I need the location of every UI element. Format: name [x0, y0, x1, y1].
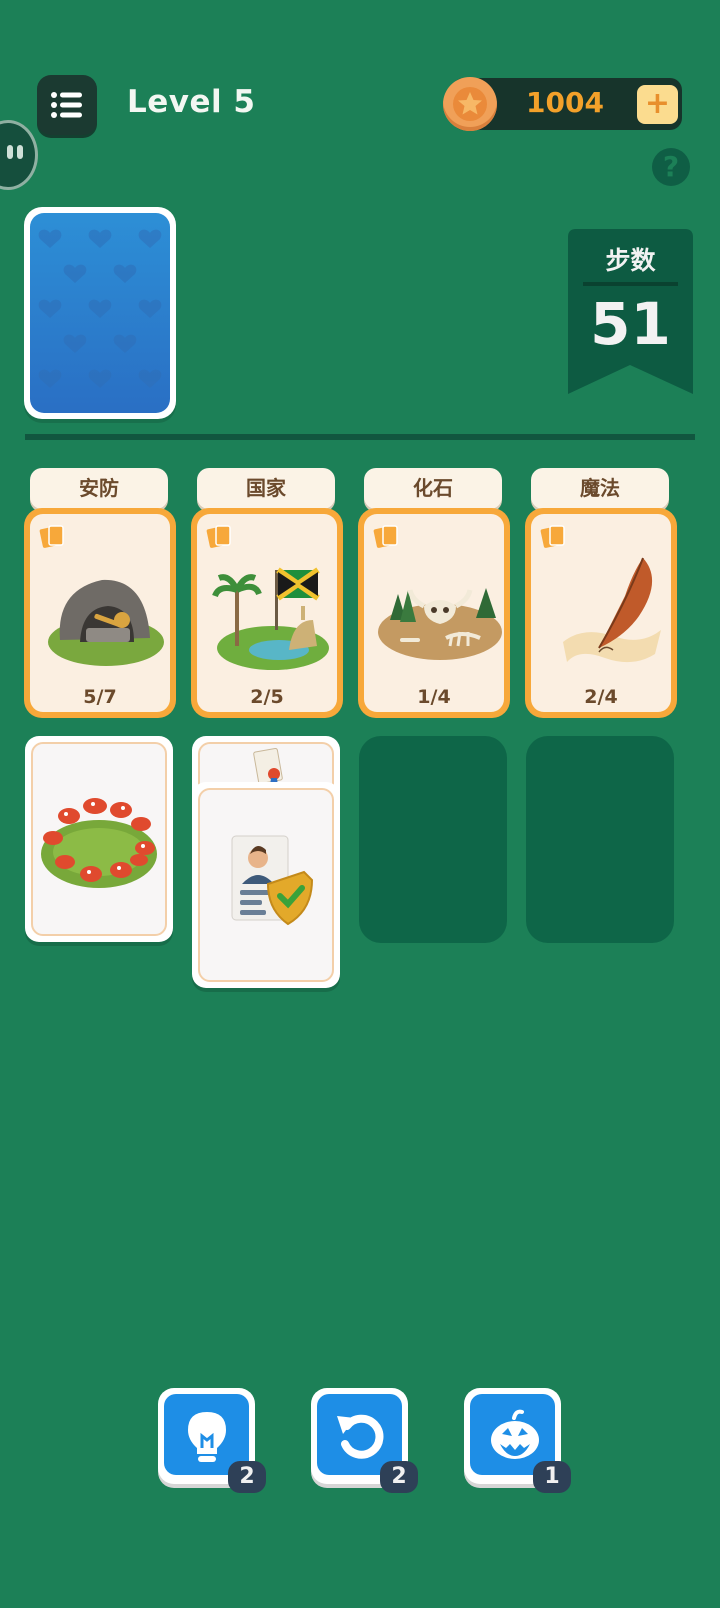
category-slot-security[interactable]: 5/7 — [24, 508, 176, 718]
category-slot-magic[interactable]: 2/4 — [525, 508, 677, 718]
list-icon — [51, 92, 82, 118]
menu-button[interactable] — [37, 75, 97, 135]
id-card-shield-icon — [231, 835, 314, 926]
hint-count-badge: 2 — [228, 1461, 266, 1493]
cards-stack-icon — [373, 525, 398, 548]
cards-stack-icon — [206, 525, 231, 548]
category-slot-country[interactable]: 2/5 — [191, 508, 343, 718]
board-card-top[interactable] — [192, 782, 340, 988]
board-divider — [25, 434, 695, 440]
add-coins-button[interactable]: + — [637, 85, 678, 124]
undo-count-badge: 2 — [380, 1461, 418, 1493]
category-tab: 安防 — [30, 468, 168, 509]
card-back — [30, 213, 170, 413]
quill-scroll-icon — [563, 557, 661, 663]
coin-star-icon — [453, 87, 487, 121]
empty-slot[interactable] — [359, 736, 507, 943]
category-progress: 2/5 — [250, 686, 284, 708]
lightbulb-icon — [188, 1412, 226, 1462]
empty-slot[interactable] — [526, 736, 674, 943]
heart-pattern-icon — [38, 229, 162, 388]
draw-deck[interactable] — [24, 207, 176, 419]
category-progress: 5/7 — [83, 686, 117, 708]
category-progress: 2/4 — [584, 686, 618, 708]
skeleton-fossil-icon — [378, 588, 502, 660]
cards-stack-icon — [540, 525, 565, 548]
steps-divider — [583, 282, 678, 286]
category-progress: 1/4 — [417, 686, 451, 708]
category-tab: 国家 — [197, 468, 335, 509]
key-cave-icon — [48, 579, 164, 666]
category-slot-fossil[interactable]: 1/4 — [358, 508, 510, 718]
board-card[interactable] — [25, 736, 173, 942]
cards-stack-icon — [39, 525, 64, 548]
undo-icon — [337, 1414, 384, 1459]
chat-bubble-icon[interactable] — [0, 120, 38, 190]
coin-count: 1004 — [526, 86, 604, 119]
steps-value: 51 — [590, 290, 671, 358]
category-tab: 化石 — [364, 468, 502, 509]
steps-label: 步数 — [605, 246, 656, 275]
help-button[interactable]: ? — [652, 148, 690, 186]
pumpkin-icon — [491, 1409, 539, 1459]
mushroom-ring-icon — [41, 798, 157, 888]
pumpkin-count-badge: 1 — [533, 1461, 571, 1493]
level-title: Level 5 — [127, 84, 256, 120]
category-tab: 魔法 — [531, 468, 669, 509]
jamaica-island-icon — [212, 567, 329, 670]
